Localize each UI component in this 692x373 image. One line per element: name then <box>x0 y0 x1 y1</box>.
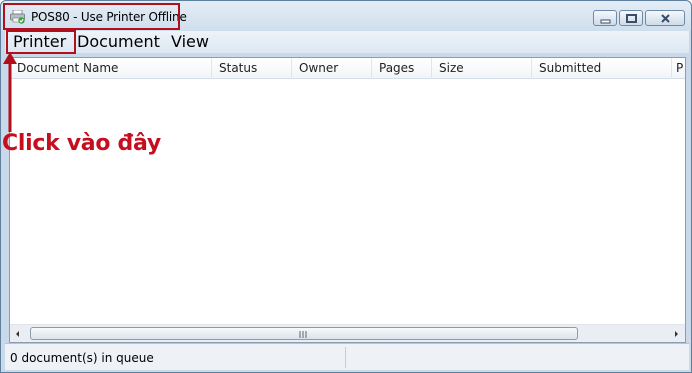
status-divider <box>345 347 346 368</box>
maximize-icon <box>626 14 637 23</box>
window-controls <box>593 10 685 26</box>
queue-count: 0 document(s) in queue <box>10 351 154 365</box>
close-button[interactable] <box>645 10 685 26</box>
title-highlight-box <box>3 3 180 30</box>
column-header-pages[interactable]: Pages <box>372 58 432 79</box>
grip-icon <box>299 331 307 338</box>
arrow-right-icon[interactable] <box>671 329 681 339</box>
arrow-left-icon[interactable] <box>13 329 23 339</box>
column-header-port[interactable]: P <box>672 58 686 79</box>
print-queue-window: POS80 - Use Printer Offline Printer Docu… <box>0 0 692 373</box>
annotation-text: Click vào đây <box>2 131 161 156</box>
document-list[interactable]: Document Name Status Owner Pages Size Su… <box>9 57 686 343</box>
column-header-status[interactable]: Status <box>212 58 292 79</box>
column-header-row: Document Name Status Owner Pages Size Su… <box>10 58 685 79</box>
horizontal-scrollbar[interactable] <box>10 324 685 342</box>
menu-bar: Printer Document View <box>5 31 689 53</box>
column-header-submitted[interactable]: Submitted <box>532 58 672 79</box>
status-bar: 0 document(s) in queue <box>5 343 689 370</box>
minimize-icon <box>600 19 611 24</box>
scrollbar-thumb[interactable] <box>30 327 578 340</box>
menu-view[interactable]: View <box>171 32 209 52</box>
column-header-size[interactable]: Size <box>432 58 532 79</box>
close-icon <box>661 14 670 23</box>
maximize-button[interactable] <box>619 10 643 26</box>
menu-document[interactable]: Document <box>77 32 160 52</box>
column-header-owner[interactable]: Owner <box>292 58 372 79</box>
minimize-button[interactable] <box>593 10 617 26</box>
column-header-document-name[interactable]: Document Name <box>10 58 212 79</box>
